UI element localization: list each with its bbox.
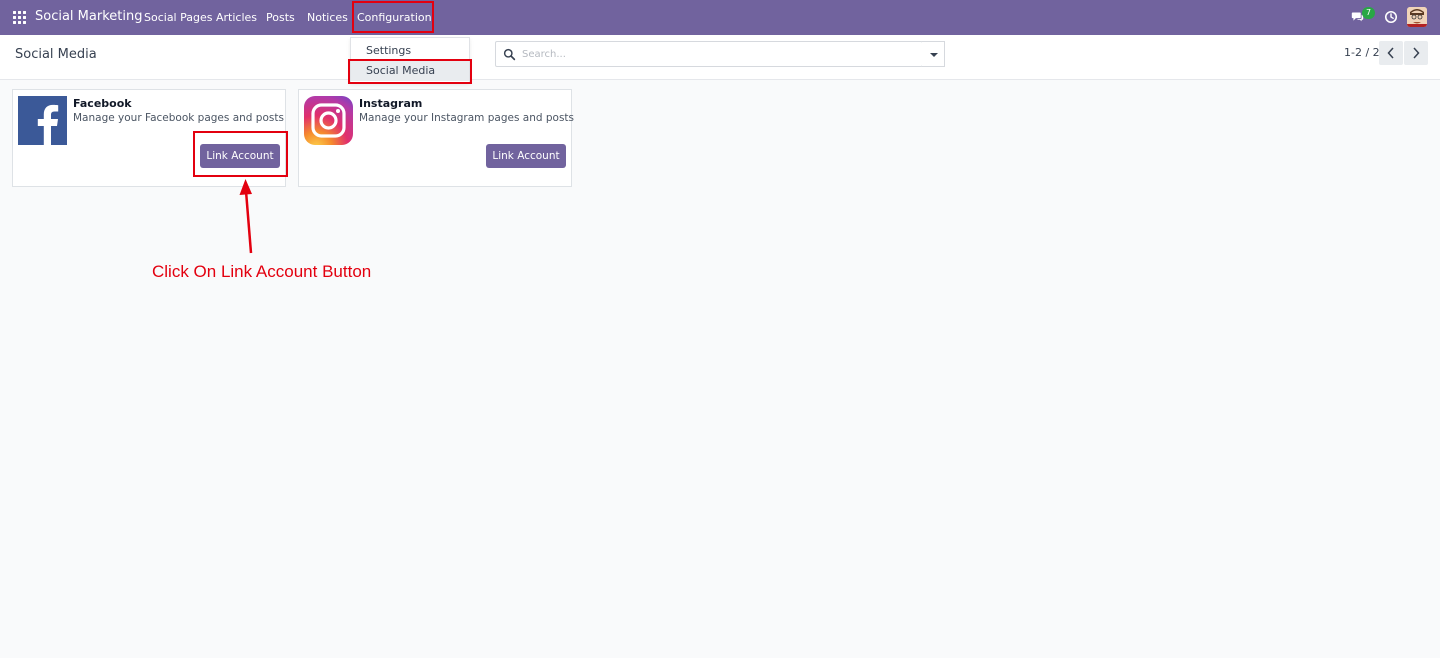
search-input[interactable]	[522, 45, 912, 63]
instagram-logo-icon	[304, 96, 353, 145]
facebook-link-account-button[interactable]: Link Account	[200, 144, 280, 168]
nav-item-configuration[interactable]: Configuration	[357, 11, 432, 24]
nav-item-social-pages[interactable]: Social Pages	[144, 11, 212, 24]
pager-value[interactable]: 1-2 / 2	[1344, 46, 1380, 59]
app-brand[interactable]: Social Marketing	[35, 9, 142, 24]
instagram-card: Instagram Manage your Instagram pages an…	[298, 89, 575, 187]
annotation-label: Click On Link Account Button	[152, 262, 372, 281]
dropdown-item-social-media[interactable]: Social Media	[351, 61, 469, 81]
chevron-left-icon	[1387, 47, 1394, 59]
dropdown-item-settings[interactable]: Settings	[351, 41, 469, 61]
facebook-card: Facebook Manage your Facebook pages and …	[12, 89, 286, 187]
search-box	[495, 41, 923, 67]
nav-item-notices[interactable]: Notices	[307, 11, 348, 24]
chevron-right-icon	[1413, 47, 1420, 59]
clock-icon[interactable]	[1384, 10, 1398, 24]
instagram-link-account-button[interactable]: Link Account	[486, 144, 566, 168]
annotation-arrow-icon	[239, 179, 253, 254]
facebook-logo-icon	[18, 96, 67, 145]
card-title: Instagram	[359, 97, 423, 110]
top-navbar: Social Marketing Social Pages Articles P…	[0, 0, 1440, 35]
card-description: Manage your Facebook pages and posts	[73, 112, 284, 124]
configuration-dropdown-menu: Settings Social Media	[350, 37, 470, 83]
apps-grid-icon[interactable]	[13, 11, 26, 24]
chat-count-badge: 7	[1362, 7, 1375, 19]
card-description: Manage your Instagram pages and posts	[359, 112, 575, 124]
search-icon	[503, 48, 516, 61]
caret-down-icon	[930, 53, 938, 57]
control-panel: Social Media 1-2 / 2	[0, 35, 1440, 80]
breadcrumb: Social Media	[15, 47, 97, 62]
search-options-toggle[interactable]	[922, 41, 945, 67]
pager-previous-button[interactable]	[1379, 41, 1403, 65]
nav-item-articles[interactable]: Articles	[216, 11, 257, 24]
pager-next-button[interactable]	[1404, 41, 1428, 65]
user-avatar[interactable]	[1407, 7, 1427, 27]
nav-item-posts[interactable]: Posts	[266, 11, 295, 24]
card-title: Facebook	[73, 97, 132, 110]
